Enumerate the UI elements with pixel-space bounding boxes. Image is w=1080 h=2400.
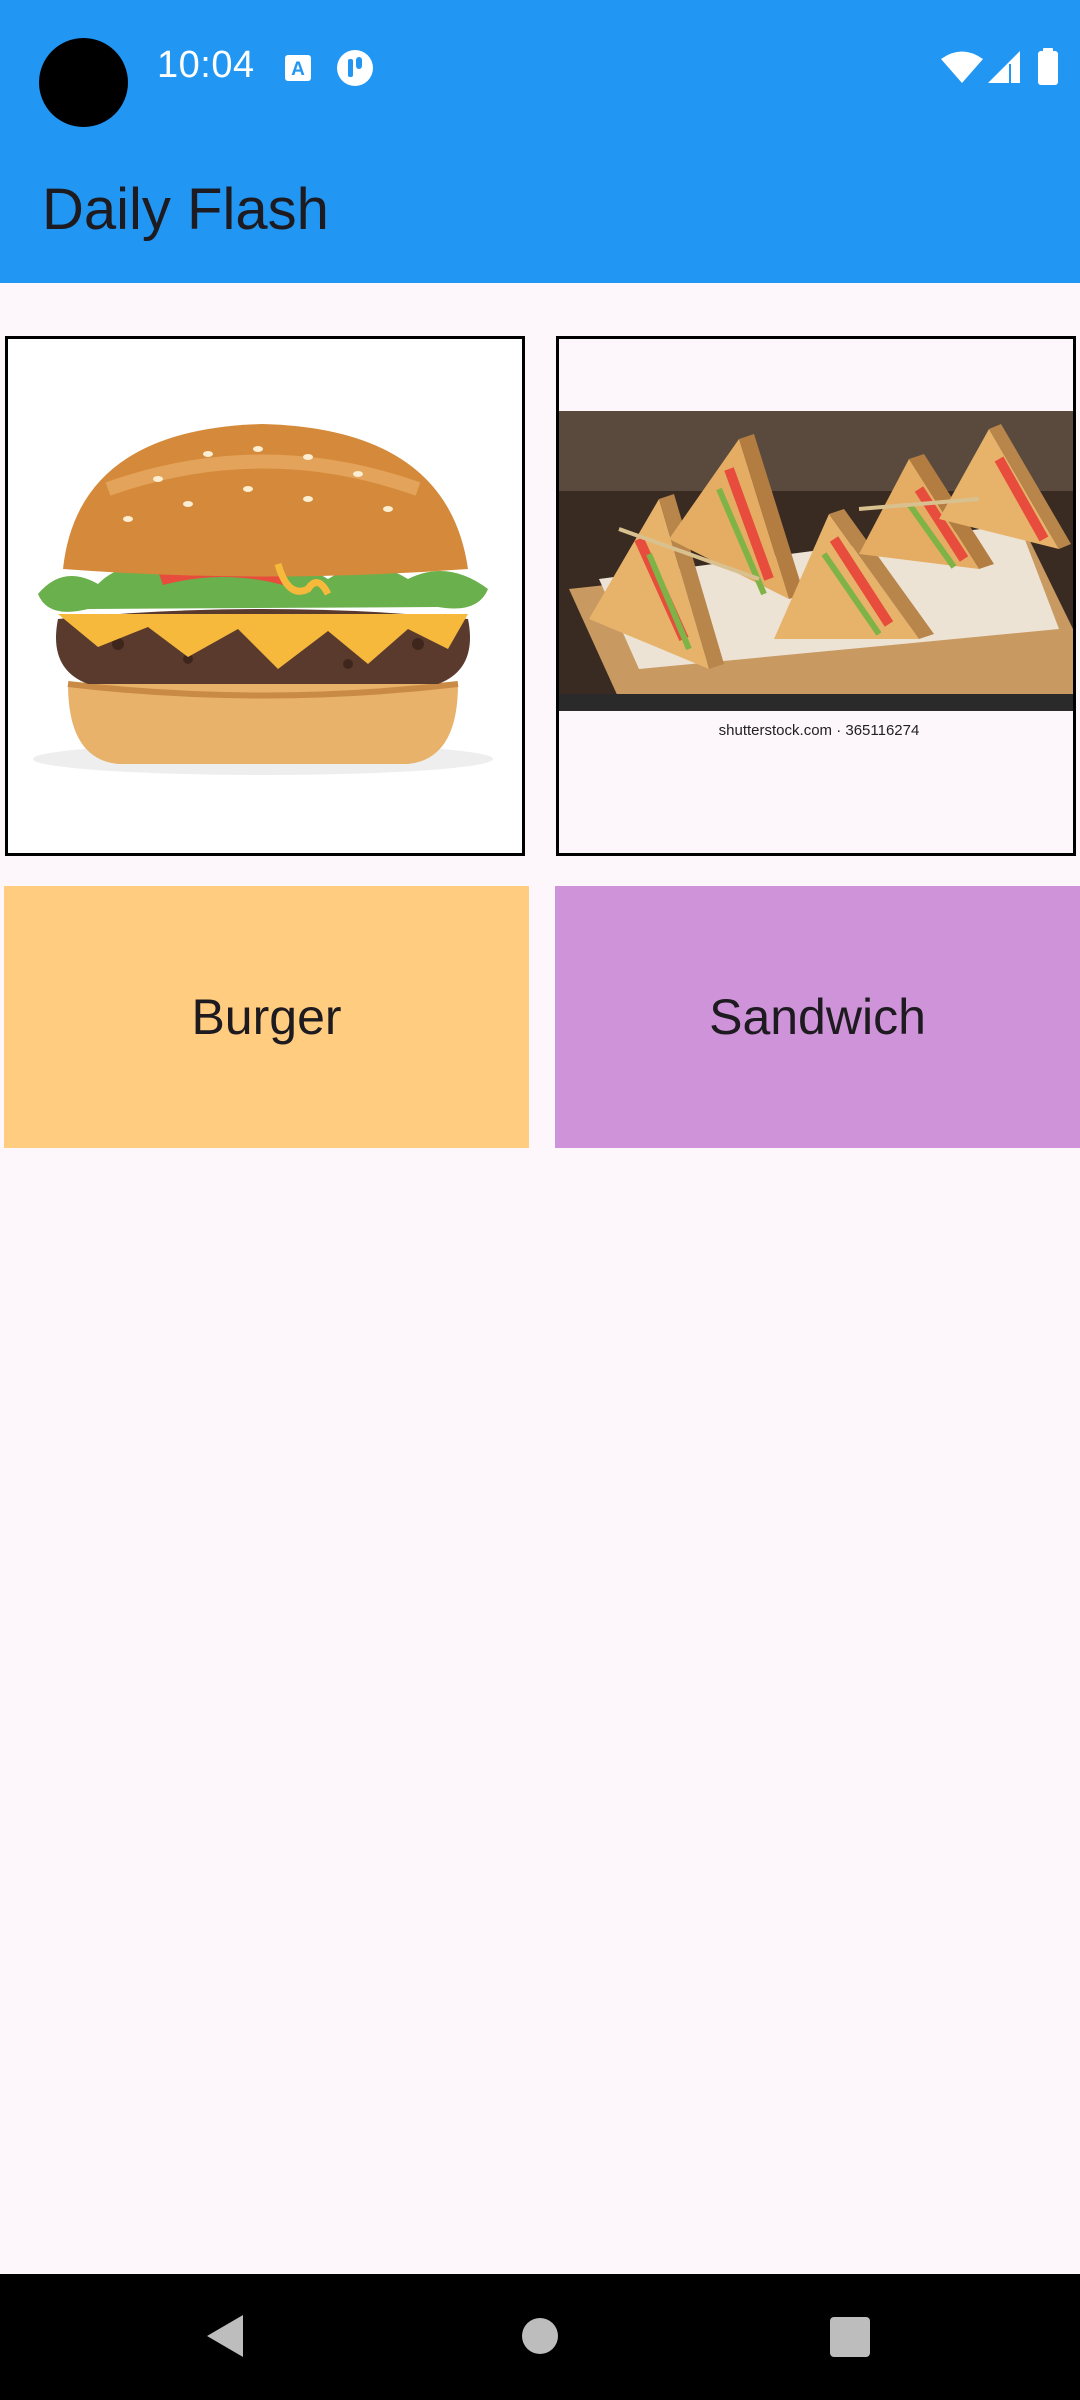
recents-icon[interactable] xyxy=(830,2317,870,2357)
sandwich-image-card[interactable]: shutterstock.com · 365116274 xyxy=(556,336,1076,856)
burger-image-card[interactable] xyxy=(5,336,525,856)
camera-cutout xyxy=(39,38,128,127)
status-bar: 10:04 A xyxy=(0,0,1080,138)
burger-image xyxy=(8,339,522,853)
wifi-icon xyxy=(941,51,983,83)
font-accessibility-icon: A xyxy=(285,55,311,81)
back-icon[interactable] xyxy=(205,2313,245,2359)
app-bar: Daily Flash xyxy=(0,138,1080,283)
sandwich-image: shutterstock.com · 365116274 xyxy=(559,339,1073,853)
burger-label-tile[interactable]: Burger xyxy=(4,886,529,1148)
sandwich-image-caption: shutterstock.com · 365116274 xyxy=(719,722,920,739)
system-navigation-bar xyxy=(0,2274,1080,2400)
page-title: Daily Flash xyxy=(42,177,329,242)
sandwich-label-tile[interactable]: Sandwich xyxy=(555,886,1080,1148)
app-notification-icon xyxy=(337,50,373,86)
cellular-signal-icon xyxy=(988,51,1020,83)
home-icon[interactable] xyxy=(521,2317,559,2355)
status-time: 10:04 xyxy=(157,44,255,86)
svg-text:A: A xyxy=(291,59,305,80)
battery-icon xyxy=(1038,48,1058,85)
